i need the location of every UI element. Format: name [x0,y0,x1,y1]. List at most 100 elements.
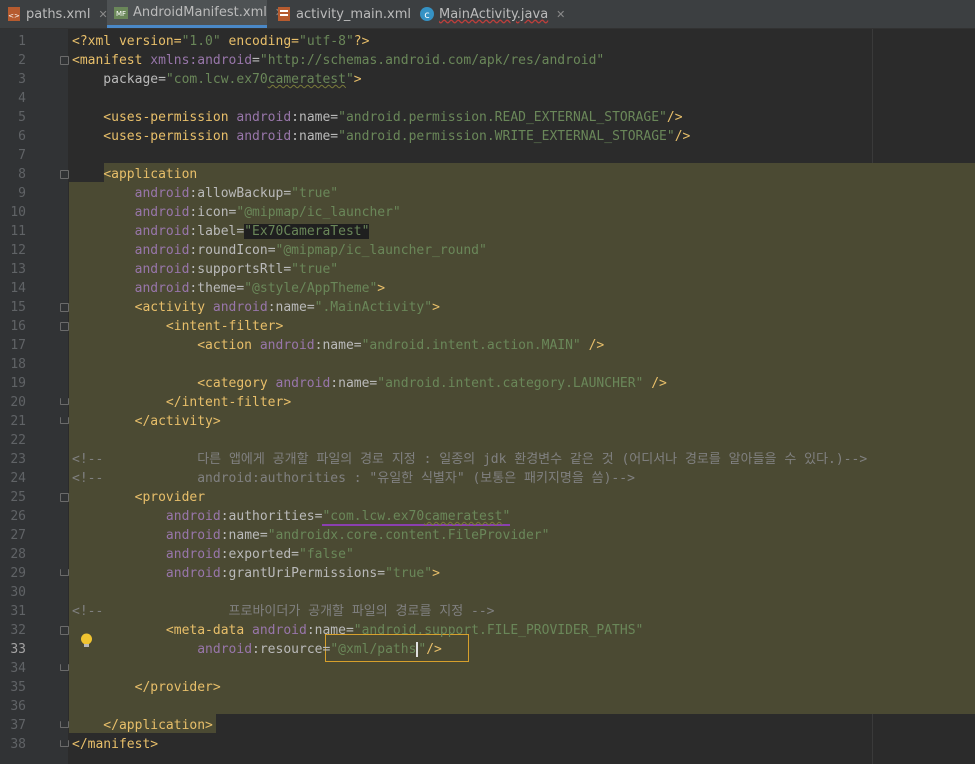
code-editor[interactable]: <?xml version="1.0" encoding="utf-8"?> <m… [69,29,975,764]
line-number: 4 [18,91,26,106]
close-icon[interactable]: ✕ [556,8,565,21]
fold-end-marker[interactable] [60,721,69,728]
code-line-9[interactable]: android:allowBackup="true" [72,184,339,203]
code-token: encoding= [220,34,299,49]
code-line-25[interactable]: <provider [72,488,205,507]
tab-android-manifest[interactable]: MF AndroidManifest.xml ✕ [107,0,284,28]
line-number: 34 [10,661,26,676]
fold-end-marker[interactable] [60,398,69,405]
fold-end-marker[interactable] [60,417,69,424]
code-token: > [432,300,440,315]
code-token: "true" [291,262,339,277]
code-token: :allowBackup= [189,186,292,201]
code-token: "1.0" [181,34,221,49]
code-token: " [502,509,511,526]
code-line-26[interactable]: android:authorities="com.lcw.ex70camerat… [72,507,511,526]
code-token: ".MainActivity" [314,300,433,315]
code-line-6[interactable]: <uses-permission android:name="android.p… [72,127,690,146]
code-line-17[interactable]: <action android:name="android.intent.act… [72,336,604,355]
code-line-31[interactable]: <!-- 프로바이더가 공개할 파일의 경로를 지정 --> [72,602,494,621]
code-token: :name= [291,129,339,144]
code-line-13[interactable]: android:supportsRtl="true" [72,260,339,279]
code-token: :name= [267,300,315,315]
code-line-3[interactable]: package="com.lcw.ex70cameratest"> [72,70,362,89]
line-number: 36 [10,699,26,714]
code-line-32[interactable]: <meta-data android:name="android.support… [72,621,643,640]
code-token: <!-- 다른 앱에게 공개할 파일의 경로 지정 : 일종의 jdk 환경변수… [72,452,868,467]
code-line-38[interactable]: </manifest> [72,735,158,754]
line-number: 38 [10,737,26,752]
code-token: > [432,566,440,581]
code-token: android [252,623,307,638]
fold-end-marker[interactable] [60,569,69,576]
line-number: 16 [10,319,26,334]
code-line-21[interactable]: </activity> [72,412,221,431]
fold-end-marker[interactable] [60,664,69,671]
line-number: 8 [18,167,26,182]
tab-paths-xml[interactable]: <> paths.xml ✕ [0,0,108,28]
code-line-10[interactable]: android:icon="@mipmap/ic_launcher" [72,203,401,222]
code-line-15[interactable]: <activity android:name=".MainActivity"> [72,298,440,317]
code-token: "true" [385,566,433,581]
code-line-35[interactable]: </provider> [72,678,221,697]
code-token: :authorities= [220,509,323,524]
code-line-16[interactable]: <intent-filter> [72,317,283,336]
code-token: android [134,243,190,258]
fold-end-marker[interactable] [60,740,69,747]
code-line-23[interactable]: <!-- 다른 앱에게 공개할 파일의 경로 지정 : 일종의 jdk 환경변수… [72,450,867,469]
code-line-33[interactable]: android:resource="@xml/paths "/> [72,640,442,659]
code-line-11[interactable]: android:label="Ex70CameraTest" [72,222,370,241]
code-line-2[interactable]: <manifest xmlns:android="http://schemas.… [72,51,604,70]
fold-marker[interactable] [60,626,69,635]
code-line-28[interactable]: android:exported="false" [72,545,354,564]
line-number: 35 [10,680,26,695]
code-token: :theme= [189,281,245,296]
line-number: 12 [10,243,26,258]
fold-marker[interactable] [60,493,69,502]
code-token: "com.lcw.ex70 [165,72,268,87]
code-token: "http://schemas.android.com/apk/res/andr… [259,53,605,68]
code-line-8[interactable]: <application [72,165,197,184]
code-line-24[interactable]: <!-- android:authorities : "유일한 식별자" (보통… [72,469,635,488]
fold-marker[interactable] [60,56,69,65]
code-line-14[interactable]: android:theme="@style/AppTheme"> [72,279,385,298]
code-token: :grantUriPermissions= [220,566,386,581]
code-line-12[interactable]: android:roundIcon="@mipmap/ic_launcher_r… [72,241,487,260]
line-number: 22 [10,433,26,448]
code-token: android [212,300,268,315]
fold-marker[interactable] [60,170,69,179]
code-token: > [353,72,362,87]
line-number: 27 [10,528,26,543]
code-token: android [134,224,190,239]
code-line-5[interactable]: <uses-permission android:name="android.p… [72,108,682,127]
line-number-gutter: 1 2 3 4 5 6 7 8 9 10 11 12 13 14 15 16 17 18 19 20 21 22 23 24 2… [0,29,69,764]
code-token: <category [72,376,276,391]
fold-marker[interactable] [60,303,69,312]
line-number: 26 [10,509,26,524]
code-token: </manifest> [72,737,159,752]
tab-activity-main-xml[interactable]: activity_main.xml ✕ [270,0,428,28]
code-token: cameratest [267,72,346,87]
code-token: android [197,642,253,657]
code-token: android [134,186,190,201]
tab-main-activity-java[interactable]: c MainActivity.java ✕ [413,0,565,28]
code-line-19[interactable]: <category android:name="android.intent.c… [72,374,667,393]
code-line-37[interactable]: </application> [72,716,213,735]
lightbulb-icon[interactable] [80,633,93,648]
fold-marker[interactable] [60,322,69,331]
code-line-29[interactable]: android:grantUriPermissions="true"> [72,564,440,583]
code-line-1[interactable]: <?xml version="1.0" encoding="utf-8"?> [72,32,369,51]
code-line-27[interactable]: android:name="androidx.core.content.File… [72,526,550,545]
code-token: :name= [330,376,378,391]
code-line-20[interactable]: </intent-filter> [72,393,291,412]
line-number: 15 [10,300,26,315]
code-token: cameratest [424,509,503,526]
code-token: :name= [291,110,339,125]
